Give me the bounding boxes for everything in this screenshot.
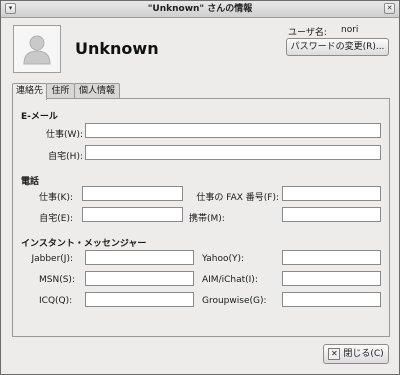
phone-work-label: 仕事(K): bbox=[39, 193, 73, 203]
yahoo-label: Yahoo(Y): bbox=[202, 254, 245, 264]
msn-field[interactable] bbox=[85, 271, 194, 286]
tab-label: 連絡先 bbox=[15, 86, 43, 96]
username-label: ユーザ名: bbox=[288, 28, 327, 38]
window-menu-icon: ▾ bbox=[8, 4, 13, 12]
phone-work-field[interactable] bbox=[82, 186, 183, 201]
phone-mobile-field[interactable] bbox=[282, 207, 381, 222]
phone-home-field[interactable] bbox=[82, 207, 183, 222]
msn-label: MSN(S): bbox=[39, 275, 75, 285]
email-heading: E-メール bbox=[21, 112, 58, 122]
tab-address[interactable]: 住所 bbox=[46, 83, 75, 99]
title-bar[interactable]: ▾ "Unknown" さんの情報 ✕ bbox=[1, 1, 399, 18]
close-button[interactable]: ✕ 閉じる(C) bbox=[323, 344, 389, 364]
yahoo-field[interactable] bbox=[282, 250, 381, 265]
email-home-field[interactable] bbox=[85, 145, 381, 160]
email-work-label: 仕事(W): bbox=[46, 130, 83, 140]
contact-panel: E-メール 仕事(W): 自宅(H): 電話 仕事(K): 仕事の FAX 番号… bbox=[12, 98, 390, 337]
jabber-label: Jabber(J): bbox=[31, 254, 73, 264]
change-password-button[interactable]: パスワードの変更(R)... bbox=[286, 38, 389, 56]
close-icon: ✕ bbox=[386, 4, 393, 12]
window-close-button[interactable]: ✕ bbox=[384, 3, 395, 14]
icq-field[interactable] bbox=[85, 292, 194, 307]
phone-mobile-label: 携帯(M): bbox=[189, 214, 225, 224]
phone-home-label: 自宅(E): bbox=[39, 214, 73, 224]
avatar bbox=[13, 25, 61, 73]
tab-personal[interactable]: 個人情報 bbox=[74, 83, 120, 99]
user-info-window: ▾ "Unknown" さんの情報 ✕ Unknown ユーザ名: nori パ… bbox=[0, 0, 400, 375]
contact-name: Unknown bbox=[75, 39, 159, 58]
user-silhouette-icon bbox=[23, 35, 51, 65]
icq-label: ICQ(Q): bbox=[39, 296, 73, 306]
phone-fax-label: 仕事の FAX 番号(F): bbox=[196, 193, 279, 203]
jabber-field[interactable] bbox=[85, 250, 194, 265]
close-button-label: 閉じる(C) bbox=[343, 349, 384, 359]
phone-heading: 電話 bbox=[21, 177, 40, 187]
close-icon: ✕ bbox=[328, 347, 341, 360]
username-value: nori bbox=[341, 25, 359, 35]
groupwise-field[interactable] bbox=[282, 292, 381, 307]
tab-label: 個人情報 bbox=[78, 86, 115, 96]
window-title: "Unknown" さんの情報 bbox=[147, 4, 253, 14]
aim-field[interactable] bbox=[282, 271, 381, 286]
phone-fax-field[interactable] bbox=[282, 186, 381, 201]
email-home-label: 自宅(H): bbox=[48, 152, 83, 162]
im-heading: インスタント・メッセンジャー bbox=[21, 239, 147, 249]
groupwise-label: Groupwise(G): bbox=[202, 296, 267, 306]
window-menu-button[interactable]: ▾ bbox=[5, 3, 16, 14]
tab-label: 住所 bbox=[51, 86, 70, 96]
tab-contact[interactable]: 連絡先 bbox=[12, 83, 47, 100]
email-work-field[interactable] bbox=[85, 123, 381, 138]
aim-label: AIM/iChat(I): bbox=[202, 275, 258, 285]
